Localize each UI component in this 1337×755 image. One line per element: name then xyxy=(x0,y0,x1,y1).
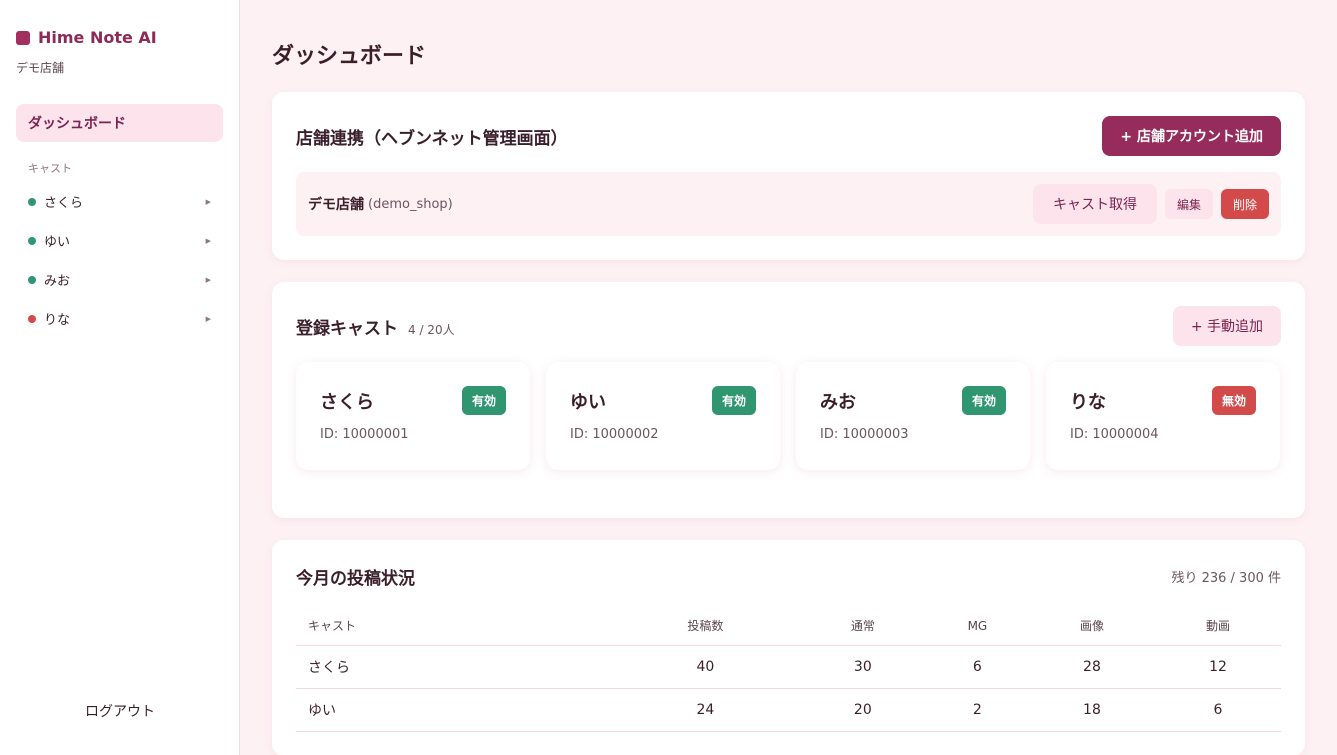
registered-casts-title-wrap: 登録キャスト 4 / 20人 xyxy=(296,314,455,339)
column-header: 画像 xyxy=(1028,607,1155,646)
table-cell: 6 xyxy=(1154,688,1281,732)
cast-card-name: みお xyxy=(820,391,856,413)
cast-card[interactable]: みお 有効 ID: 10000003 xyxy=(796,362,1030,470)
logout-button[interactable]: ログアウト xyxy=(0,701,240,721)
cast-card-name: りな xyxy=(1070,391,1106,413)
status-badge: 有効 xyxy=(961,386,1006,415)
cast-card-id: ID: 10000003 xyxy=(820,427,909,442)
status-dot-icon xyxy=(28,236,36,245)
table-header-row: キャスト 投稿数 通常 MG 画像 動画 xyxy=(296,607,1281,646)
column-header: 通常 xyxy=(799,607,926,646)
status-dot-icon xyxy=(28,197,36,206)
caret-right-icon: ▶ xyxy=(205,275,211,284)
table-cell: 28 xyxy=(1028,645,1155,689)
add-shop-account-button[interactable]: + 店舗アカウント追加 xyxy=(1102,116,1281,156)
cast-card-id: ID: 10000002 xyxy=(570,427,659,442)
monthly-posts-title: 今月の投稿状況 xyxy=(296,569,415,589)
cast-card-top: みお 有効 xyxy=(820,386,1006,415)
sidebar-cast-name: みお xyxy=(44,274,71,289)
main-content: ダッシュボード 店舗連携（ヘブンネット管理画面） + 店舗アカウント追加 デモ店… xyxy=(240,0,1337,755)
status-badge: 有効 xyxy=(461,386,506,415)
brand-name: Hime Note AI xyxy=(38,28,157,47)
sidebar: Hime Note AI デモ店舗 ダッシュボード キャスト さくら ▶ ゆい … xyxy=(0,0,240,755)
status-dot-icon xyxy=(28,275,36,284)
column-header: キャスト xyxy=(296,607,611,646)
remaining-posts: 残り 236 / 300 件 xyxy=(1171,571,1281,586)
sidebar-item-cast[interactable]: りな ▶ xyxy=(16,299,223,338)
table-cell: 6 xyxy=(925,645,1029,689)
shop-row: デモ店舗 (demo_shop) キャスト取得 編集 削除 xyxy=(296,172,1281,236)
sidebar-item-dashboard[interactable]: ダッシュボード xyxy=(16,104,223,142)
monthly-posts-header: 今月の投稿状況 残り 236 / 300 件 xyxy=(296,564,1281,589)
cast-card-top: ゆい 有効 xyxy=(570,386,756,415)
cast-card-top: りな 無効 xyxy=(1070,386,1256,415)
table-cell: さくら xyxy=(296,645,611,689)
sidebar-cast-name: りな xyxy=(44,313,71,328)
cast-card[interactable]: さくら 有効 ID: 10000001 xyxy=(296,362,530,470)
sidebar-item-cast[interactable]: みお ▶ xyxy=(16,260,223,299)
cast-card[interactable]: ゆい 有効 ID: 10000002 xyxy=(546,362,780,470)
table-cell: 24 xyxy=(610,688,800,732)
registered-casts-header: 登録キャスト 4 / 20人 + 手動追加 xyxy=(296,306,1281,346)
table-cell: 18 xyxy=(1028,688,1155,732)
table-cell: 2 xyxy=(925,688,1029,732)
registered-casts-title: 登録キャスト xyxy=(296,318,398,339)
sidebar-item-cast[interactable]: ゆい ▶ xyxy=(16,221,223,260)
table-cell: 20 xyxy=(799,688,926,732)
table-row: ゆい 24 20 2 18 6 xyxy=(296,688,1281,732)
column-header: MG xyxy=(925,607,1029,646)
sidebar-cast-name: ゆい xyxy=(44,235,71,250)
caret-right-icon: ▶ xyxy=(205,236,211,245)
monthly-posts-card: 今月の投稿状況 残り 236 / 300 件 キャスト 投稿数 通常 MG 画像… xyxy=(272,540,1305,755)
cast-card-id: ID: 10000004 xyxy=(1070,427,1159,442)
shop-row-id: (demo_shop) xyxy=(368,196,453,212)
cast-card-top: さくら 有効 xyxy=(320,386,506,415)
sidebar-section-cast: キャスト xyxy=(28,162,72,175)
table-row: さくら 40 30 6 28 12 xyxy=(296,645,1281,689)
table-cell: 12 xyxy=(1154,645,1281,689)
sidebar-item-cast[interactable]: さくら ▶ xyxy=(16,182,223,221)
brand: Hime Note AI xyxy=(16,28,223,47)
registered-casts-card: 登録キャスト 4 / 20人 + 手動追加 さくら 有効 ID: 1000000… xyxy=(272,282,1305,518)
cast-card-name: ゆい xyxy=(570,391,606,413)
status-badge: 有効 xyxy=(711,386,756,415)
cast-card-id: ID: 10000001 xyxy=(320,427,409,442)
delete-shop-button[interactable]: 削除 xyxy=(1220,189,1269,219)
table-cell: 30 xyxy=(799,645,926,689)
column-header: 投稿数 xyxy=(610,607,800,646)
app: Hime Note AI デモ店舗 ダッシュボード キャスト さくら ▶ ゆい … xyxy=(0,0,1337,755)
posts-table: キャスト 投稿数 通常 MG 画像 動画 さくら 40 30 6 28 12 ゆ… xyxy=(296,607,1281,732)
manual-add-button[interactable]: + 手動追加 xyxy=(1172,306,1281,346)
shop-row-name: デモ店舗 xyxy=(308,197,364,213)
fetch-cast-button[interactable]: キャスト取得 xyxy=(1032,184,1157,224)
status-badge: 無効 xyxy=(1211,386,1256,415)
caret-right-icon: ▶ xyxy=(205,314,211,323)
table-cell: 40 xyxy=(610,645,800,689)
brand-logo-icon xyxy=(16,30,30,45)
cast-count: 4 / 20人 xyxy=(408,322,455,337)
status-dot-icon xyxy=(28,314,36,323)
edit-shop-button[interactable]: 編集 xyxy=(1164,189,1213,219)
cast-card[interactable]: りな 無効 ID: 10000004 xyxy=(1046,362,1280,470)
cast-card-name: さくら xyxy=(320,391,374,413)
column-header: 動画 xyxy=(1154,607,1281,646)
cast-card-grid: さくら 有効 ID: 10000001 ゆい 有効 ID: 10000002 み… xyxy=(296,362,1281,470)
sidebar-cast-name: さくら xyxy=(44,196,84,211)
page-title: ダッシュボード xyxy=(272,44,427,69)
caret-right-icon: ▶ xyxy=(205,197,211,206)
shop-link-card: 店舗連携（ヘブンネット管理画面） + 店舗アカウント追加 デモ店舗 (demo_… xyxy=(272,92,1305,260)
table-cell: ゆい xyxy=(296,688,611,732)
current-shop-name: デモ店舗 xyxy=(16,61,65,75)
shop-link-header: 店舗連携（ヘブンネット管理画面） + 店舗アカウント追加 xyxy=(296,116,1281,156)
shop-link-title: 店舗連携（ヘブンネット管理画面） xyxy=(296,128,568,149)
